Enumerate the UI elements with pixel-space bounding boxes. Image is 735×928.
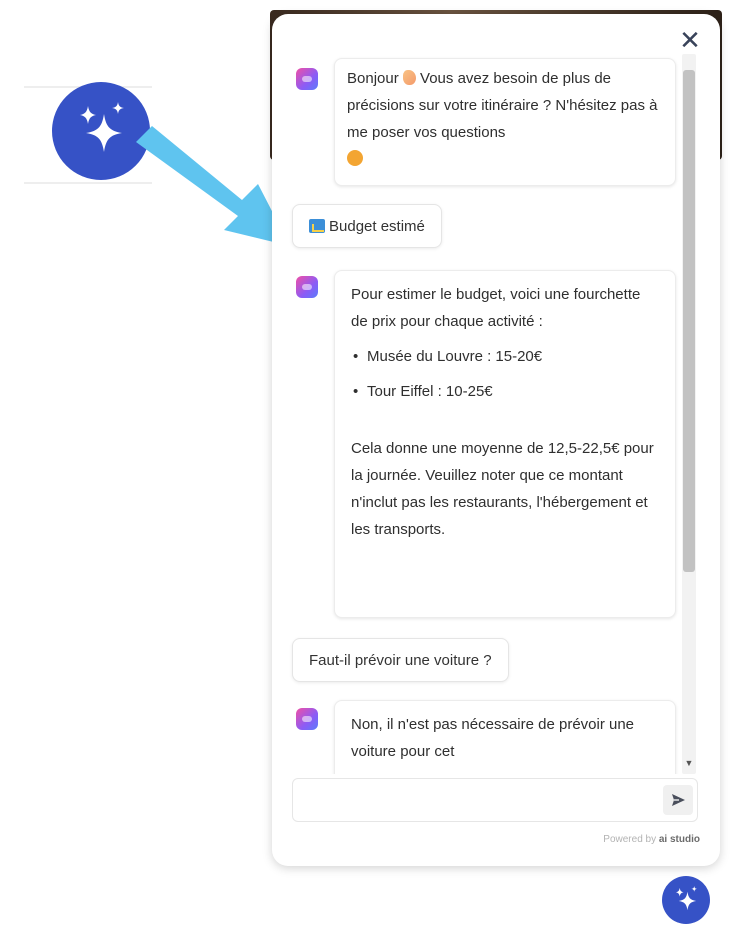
bot-avatar xyxy=(296,68,318,90)
chart-icon xyxy=(309,219,325,233)
list-item: Tour Eiffel : 10-25€ xyxy=(351,378,657,405)
bot-avatar xyxy=(296,276,318,298)
scrollbar[interactable]: ▼ xyxy=(678,54,700,774)
price-list: Musée du Louvre : 15-20€ Tour Eiffel : 1… xyxy=(351,343,657,405)
pointer-arrow xyxy=(136,126,290,246)
bot-avatar xyxy=(296,708,318,730)
message-input-box xyxy=(292,778,698,822)
bot-message: Bonjour Vous avez besoin de plus de préc… xyxy=(334,58,676,186)
sparkles-icon xyxy=(675,885,698,911)
bot-message: Pour estimer le budget, voici une fourch… xyxy=(334,270,676,618)
send-icon xyxy=(672,794,685,806)
user-message: Budget estimé xyxy=(292,204,442,248)
scroll-thumb[interactable] xyxy=(683,70,695,572)
message-text: Faut-il prévoir une voiture ? xyxy=(309,652,492,669)
list-item: Musée du Louvre : 15-20€ xyxy=(351,343,657,370)
user-message: Faut-il prévoir une voiture ? xyxy=(292,638,509,682)
message-text: Cela donne une moyenne de 12,5-22,5€ pou… xyxy=(351,440,654,538)
scroll-down-icon[interactable]: ▼ xyxy=(682,758,696,768)
message-text: Pour estimer le budget, voici une fourch… xyxy=(351,286,641,330)
message-input[interactable] xyxy=(303,787,653,813)
send-button[interactable] xyxy=(663,785,693,815)
message-text: Non, il n'est pas nécessaire de prévoir … xyxy=(351,716,635,760)
brand-link[interactable]: ai studio xyxy=(659,834,700,845)
message-list: Bonjour Vous avez besoin de plus de préc… xyxy=(272,44,690,774)
bot-message: Non, il n'est pas nécessaire de prévoir … xyxy=(334,700,676,774)
waving-hand-icon xyxy=(402,70,416,85)
message-text: Bonjour xyxy=(347,70,403,87)
chat-widget: ✕ Bonjour Vous avez besoin de plus de pr… xyxy=(272,14,720,866)
chat-launcher-button[interactable] xyxy=(662,876,710,924)
smile-icon xyxy=(347,150,363,166)
powered-by: Powered by ai studio xyxy=(603,834,700,845)
message-text: Budget estimé xyxy=(329,218,425,235)
powered-by-text: Powered by xyxy=(603,834,659,845)
